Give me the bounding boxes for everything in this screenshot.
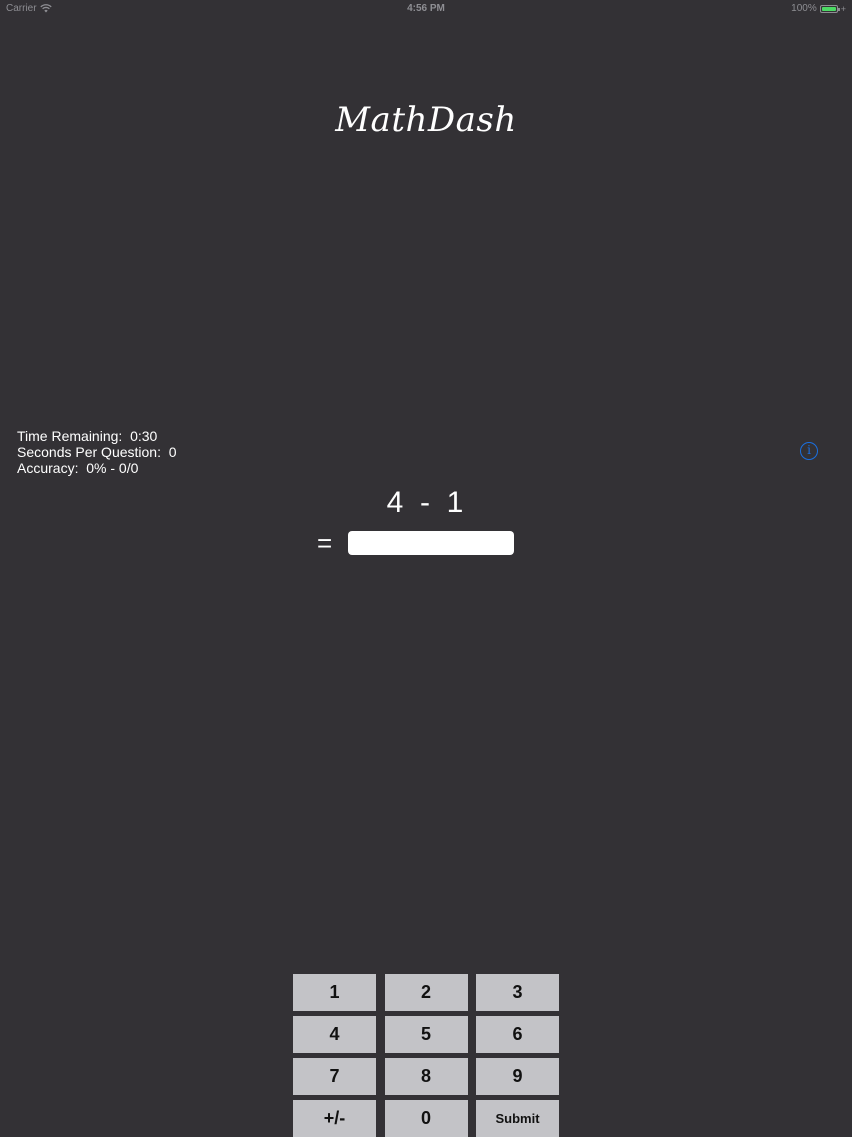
key-8[interactable]: 8 [384,1058,468,1095]
key-5[interactable]: 5 [384,1016,468,1053]
key-7[interactable]: 7 [293,1058,376,1095]
equals-sign: = [317,528,333,558]
answer-row: = [317,528,514,558]
app-title: MathDash [335,100,517,140]
answer-input[interactable] [348,531,514,555]
seconds-per-question: Seconds Per Question: 0 [17,444,177,460]
battery-percent: 100% [791,3,817,14]
math-question: 4 - 1 [386,486,464,519]
key-0[interactable]: 0 [384,1100,468,1137]
plus-minus-key[interactable]: +/- [293,1100,376,1137]
key-1[interactable]: 1 [293,974,376,1011]
info-icon[interactable]: i [800,442,818,460]
battery-icon [819,4,840,13]
key-2[interactable]: 2 [384,974,468,1011]
accuracy: Accuracy: 0% - 0/0 [17,460,139,476]
key-3[interactable]: 3 [476,974,559,1011]
key-6[interactable]: 6 [476,1016,559,1053]
status-time: 4:56 PM [407,3,445,14]
submit-button[interactable]: Submit [476,1100,559,1137]
battery-indicator: 100% + [791,3,846,14]
key-9[interactable]: 9 [476,1058,559,1095]
time-remaining: Time Remaining: 0:30 [17,428,158,444]
stats-panel: Time Remaining: 0:30 Seconds Per Questio… [17,428,177,476]
key-4[interactable]: 4 [293,1016,376,1053]
status-bar: Carrier 4:56 PM 100% + [0,0,852,18]
number-keypad: 1 2 3 4 5 6 7 8 9 +/- 0 Submit [293,974,559,1137]
charging-icon: + [840,3,846,14]
